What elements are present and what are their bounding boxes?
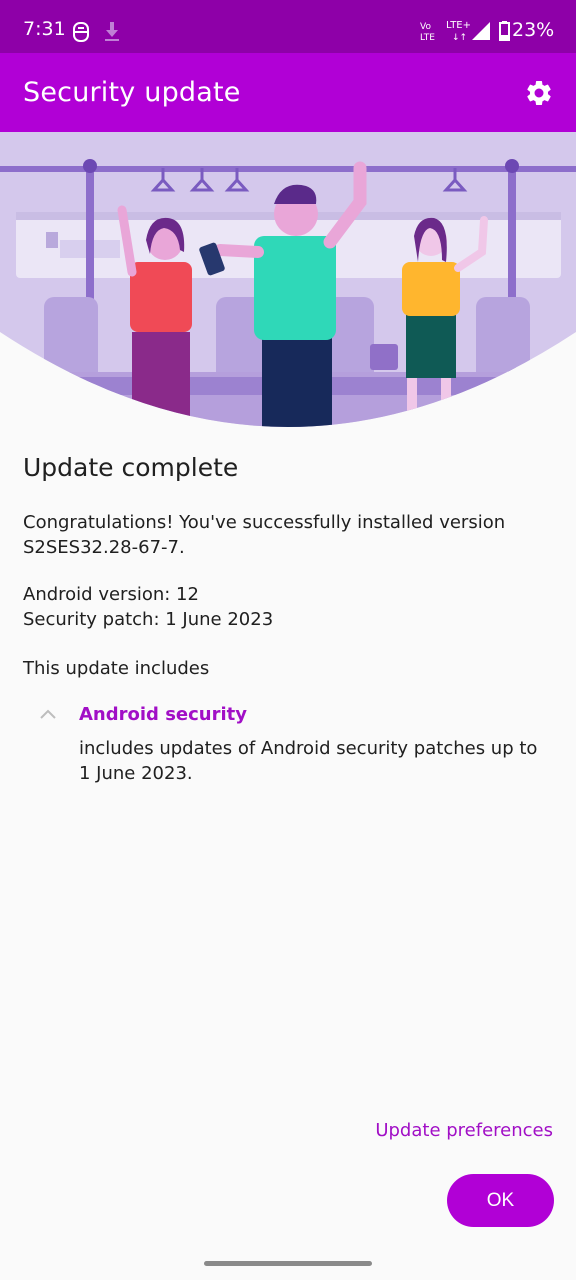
- android-security-toggle[interactable]: Android security: [79, 704, 247, 725]
- includes-label: This update includes: [23, 658, 210, 679]
- gear-icon[interactable]: [524, 78, 554, 108]
- security-patch: Security patch: 1 June 2023: [23, 609, 274, 630]
- android-security-description: includes updates of Android security pat…: [79, 738, 538, 784]
- battery-percent: 23%: [512, 19, 555, 41]
- update-status-heading: Update complete: [23, 453, 239, 482]
- signal-icon: [472, 22, 490, 40]
- svg-text:LTE: LTE: [420, 33, 435, 42]
- status-time: 7:31: [23, 18, 66, 40]
- ok-button[interactable]: OK: [447, 1174, 554, 1227]
- chevron-up-icon[interactable]: [38, 704, 58, 724]
- congrats-text: Congratulations! You've successfully ins…: [23, 512, 506, 558]
- lte-plus-icon: LTE+ ↓↑: [446, 20, 470, 42]
- people-on-train-illustration: [0, 132, 576, 427]
- svg-text:Vo: Vo: [420, 22, 431, 32]
- version-info: Android version: 12 Security patch: 1 Ju…: [23, 582, 273, 632]
- battery-icon: [499, 21, 510, 41]
- download-icon: [105, 22, 119, 41]
- app-bar: Security update: [0, 53, 576, 132]
- gesture-nav-handle[interactable]: [204, 1261, 372, 1266]
- s-logo-icon: [73, 22, 89, 42]
- volte-icon: Vo LTE: [420, 22, 435, 42]
- status-bar: 7:31 Vo LTE LTE+ ↓↑ 23%: [0, 0, 576, 53]
- page-title: Security update: [23, 77, 241, 108]
- svg-text:↓↑: ↓↑: [452, 33, 467, 42]
- android-version: Android version: 12: [23, 584, 199, 605]
- hero-illustration: [0, 132, 576, 432]
- svg-text:LTE+: LTE+: [446, 20, 470, 31]
- update-preferences-link[interactable]: Update preferences: [375, 1120, 553, 1141]
